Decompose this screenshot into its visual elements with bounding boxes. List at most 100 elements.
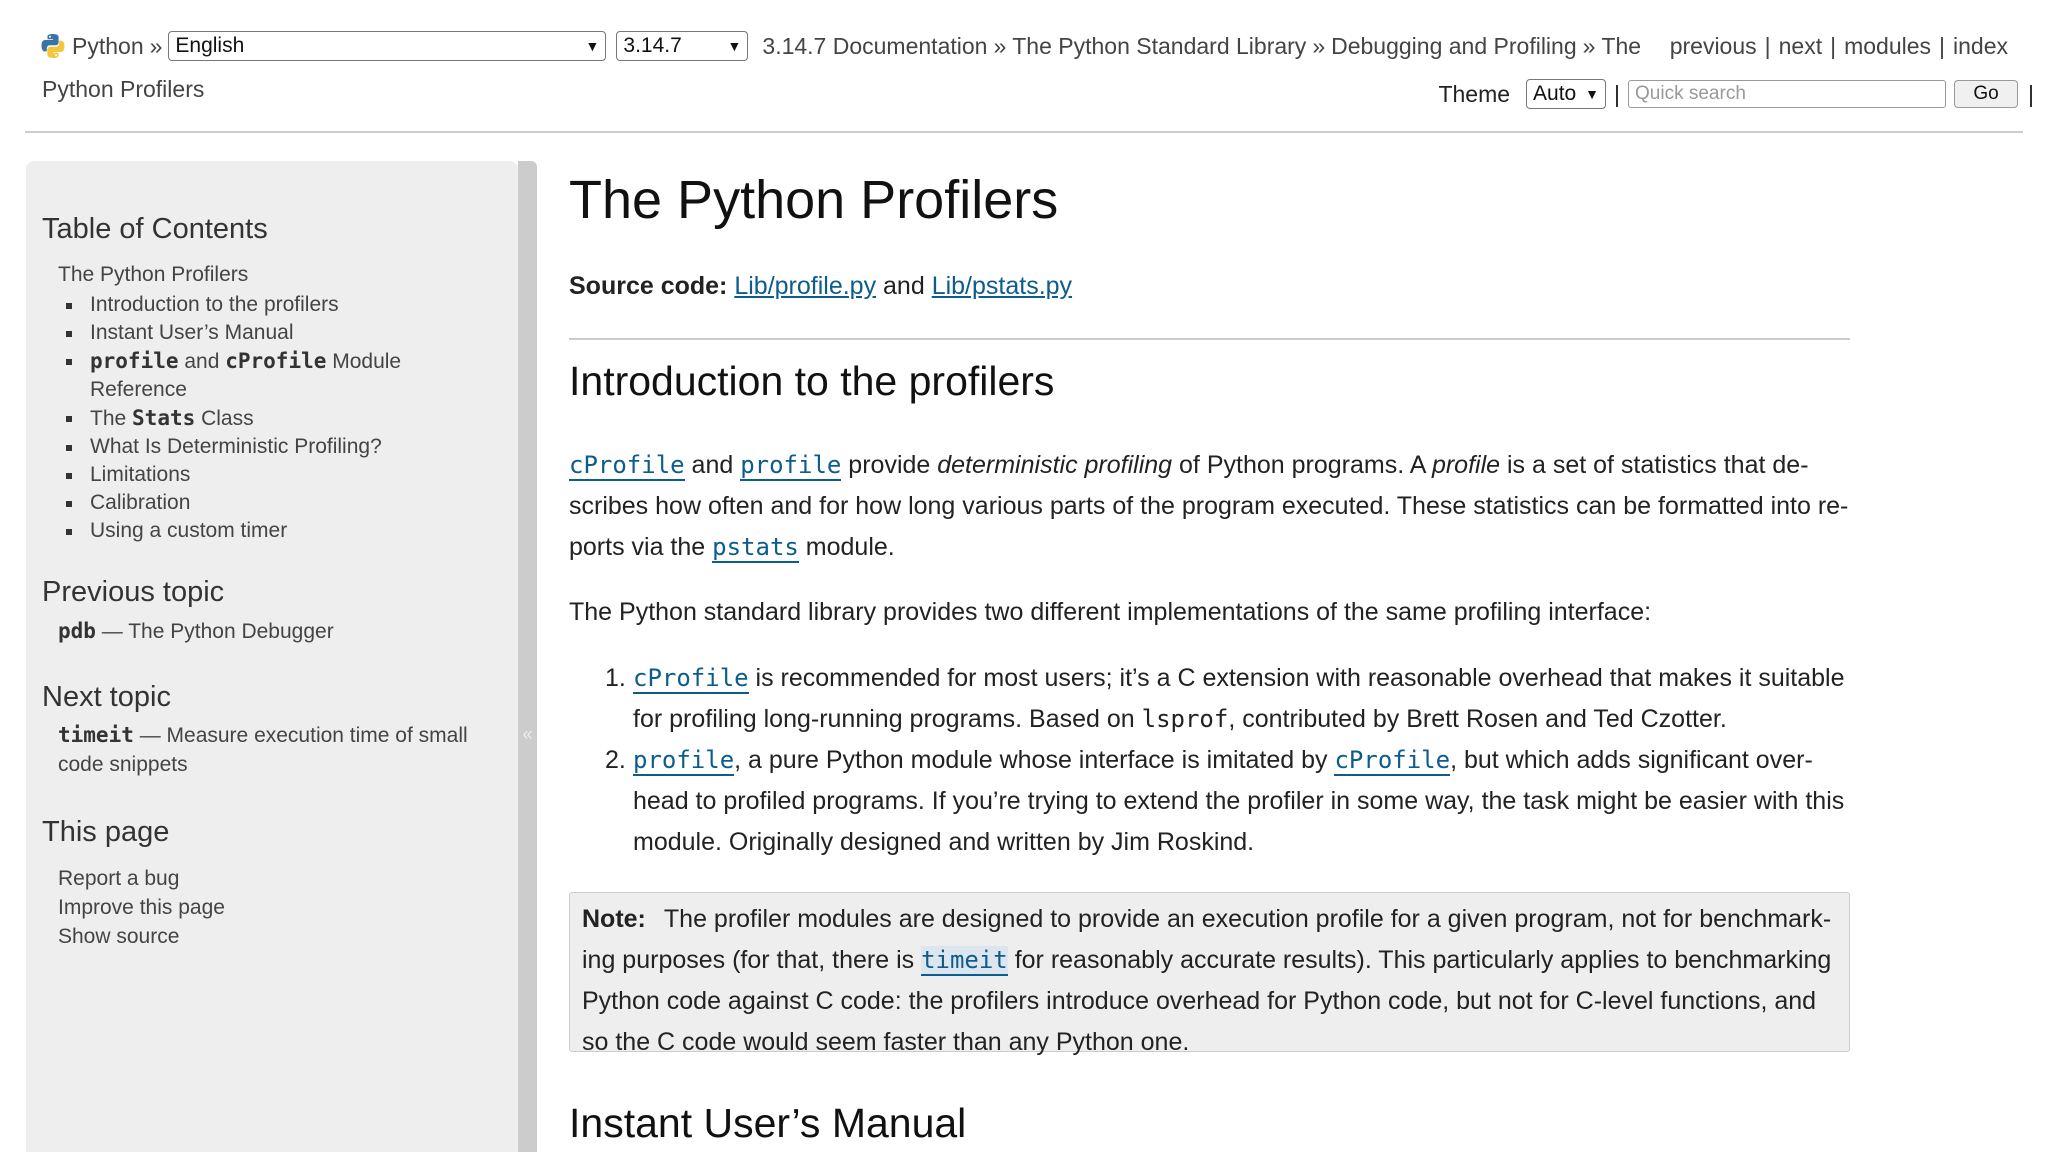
- list-text: , a pure Python module whose interface i…: [734, 746, 1335, 774]
- version-select[interactable]: 3.14.7 ▼: [616, 31, 749, 61]
- toc-item-custom-timer[interactable]: Using a custom timer: [66, 517, 466, 545]
- show-source-link[interactable]: Show source: [58, 922, 498, 951]
- note-label: Note:: [582, 905, 646, 933]
- nav-divider: |: [1939, 32, 1946, 59]
- toc-item-label: What Is Deterministic Profiling?: [90, 435, 382, 458]
- list-number: 2.: [605, 746, 626, 774]
- language-select-value: English: [175, 34, 245, 57]
- previous-topic-text: — The Python Debugger: [95, 620, 334, 643]
- toc-item-limitations[interactable]: Limitations: [66, 461, 466, 489]
- source-and-text: and: [876, 272, 932, 300]
- modules-link[interactable]: modules: [1844, 33, 1931, 60]
- nav-divider: |: [1830, 32, 1837, 59]
- toc-item-introduction[interactable]: Introduction to the profilers: [66, 291, 466, 319]
- intro-paragraph-1: cProfile and profile provide determinist…: [569, 445, 1850, 568]
- toc-item-label: The: [90, 407, 133, 430]
- breadcrumb-current-page[interactable]: The: [1601, 33, 1641, 60]
- toc-item-deterministic[interactable]: What Is Deterministic Profiling?: [66, 433, 466, 461]
- chevron-down-icon: ▼: [585, 38, 600, 54]
- sidebar: Table of Contents The Python Profilers I…: [26, 161, 518, 1152]
- source-link-profile[interactable]: Lib/profile.py: [734, 272, 876, 300]
- next-topic-link[interactable]: timeit — Measure execution time of small…: [58, 721, 478, 779]
- cprofile-link[interactable]: cProfile: [569, 451, 685, 481]
- list-text: , contributed by Brett Rosen and Ted Czo…: [1228, 705, 1727, 733]
- toc-item-label: and: [178, 350, 226, 373]
- previous-topic-code: pdb: [58, 619, 96, 643]
- toc-item-label: Instant User’s Manual: [90, 321, 294, 344]
- theme-select[interactable]: Auto ▼: [1526, 79, 1607, 109]
- toc-item-calibration[interactable]: Calibration: [66, 489, 466, 517]
- toc-item-instant-manual[interactable]: Instant User’s Manual: [66, 319, 466, 347]
- header-divider: [25, 131, 2023, 133]
- pstats-link[interactable]: pstats: [712, 533, 799, 563]
- chevron-down-icon: ▼: [1585, 86, 1600, 102]
- theme-label: Theme: [1438, 80, 1511, 107]
- sidebar-collapse-button[interactable]: «: [518, 161, 537, 1152]
- toc-heading: Table of Contents: [42, 213, 268, 245]
- version-select-value: 3.14.7: [623, 34, 682, 57]
- source-link-pstats[interactable]: Lib/pstats.py: [932, 272, 1072, 300]
- instant-manual-heading: Instant User’s Manual: [569, 1100, 967, 1146]
- paragraph-text: and: [684, 451, 741, 479]
- toc-item-label: Limitations: [90, 463, 191, 486]
- toc-item-code: cProfile: [225, 349, 327, 373]
- previous-link[interactable]: previous: [1670, 33, 1757, 60]
- timeit-link[interactable]: timeit: [921, 946, 1008, 976]
- paragraph-text: of Python programs. A: [1172, 451, 1432, 479]
- paragraph-text: module.: [798, 533, 895, 561]
- breadcrumb-documentation[interactable]: 3.14.7 Documentation: [762, 33, 987, 60]
- python-home-link[interactable]: Python: [72, 33, 144, 60]
- nav-divider: |: [1614, 80, 1621, 107]
- go-button[interactable]: Go: [1954, 80, 2019, 108]
- section-divider: [569, 338, 1850, 340]
- intro-heading: Introduction to the profilers: [569, 358, 1055, 404]
- toc-item-stats-class[interactable]: The Stats Class: [66, 404, 466, 433]
- nav-divider: |: [1764, 32, 1771, 59]
- list-number: 1.: [605, 664, 626, 692]
- toc-item-label: Using a custom timer: [90, 519, 288, 542]
- breadcrumb-separator: »: [993, 32, 1007, 59]
- python-logo-icon: [41, 34, 65, 58]
- previous-topic-link[interactable]: pdb — The Python Debugger: [58, 617, 498, 646]
- toc-root-link[interactable]: The Python Profilers: [58, 261, 248, 289]
- improve-page-link[interactable]: Improve this page: [58, 893, 498, 922]
- cprofile-link[interactable]: cProfile: [633, 664, 749, 694]
- note-admonition: Note: The profiler modules are designed t…: [569, 892, 1850, 1056]
- related-nav: previous | next | modules | index: [1670, 28, 2008, 64]
- next-link[interactable]: next: [1779, 33, 1822, 60]
- breadcrumb: Python » English ▼ 3.14.7 ▼ 3.14.7 Docum…: [40, 28, 1641, 64]
- profile-link[interactable]: profile: [633, 746, 735, 776]
- toc-item-module-reference[interactable]: profile and cProfile Module Reference: [66, 347, 466, 404]
- toc-item-code: Stats: [132, 406, 196, 430]
- index-link[interactable]: index: [1953, 33, 2008, 60]
- next-topic-code: timeit: [58, 723, 134, 747]
- previous-topic-heading: Previous topic: [42, 576, 225, 608]
- nav-divider: |: [2028, 80, 2034, 107]
- breadcrumb-stdlib[interactable]: The Python Standard Library: [1012, 33, 1306, 60]
- breadcrumb-current-page-continued[interactable]: Python Profilers: [42, 76, 204, 103]
- list-item: 2. profile, a pure Python module whose i…: [569, 740, 1850, 863]
- report-bug-link[interactable]: Report a bug: [58, 864, 498, 893]
- cprofile-link[interactable]: cProfile: [1334, 746, 1451, 776]
- inline-code: lsprof: [1141, 705, 1229, 733]
- breadcrumb-separator: »: [1312, 32, 1326, 59]
- breadcrumb-debugging[interactable]: Debugging and Profiling: [1331, 33, 1577, 60]
- paragraph-text: provide: [841, 451, 938, 479]
- this-page-links: Report a bug Improve this page Show sour…: [58, 864, 498, 951]
- theme-and-search: Theme Auto ▼ | Go |: [1438, 77, 2034, 111]
- page-title: The Python Profilers: [569, 170, 1059, 230]
- profile-link[interactable]: profile: [740, 451, 842, 481]
- toc-item-label: Class: [195, 407, 254, 430]
- list-item: 1. cProfile is recommended for most user…: [569, 658, 1850, 740]
- language-select[interactable]: English ▼: [168, 31, 607, 61]
- toc-item-code: profile: [90, 349, 179, 373]
- chevron-down-icon: ▼: [727, 38, 742, 54]
- this-page-heading: This page: [42, 816, 170, 848]
- toc-list: Introduction to the profilers Instant Us…: [66, 291, 466, 545]
- next-topic-heading: Next topic: [42, 681, 171, 713]
- collapse-chevron-icon: «: [522, 724, 533, 744]
- source-code-label: Source code:: [569, 272, 728, 300]
- quick-search-input[interactable]: [1628, 80, 1947, 108]
- toc-item-label: Introduction to the profilers: [90, 293, 339, 316]
- top-navigation-bar: Python » English ▼ 3.14.7 ▼ 3.14.7 Docum…: [0, 0, 2048, 133]
